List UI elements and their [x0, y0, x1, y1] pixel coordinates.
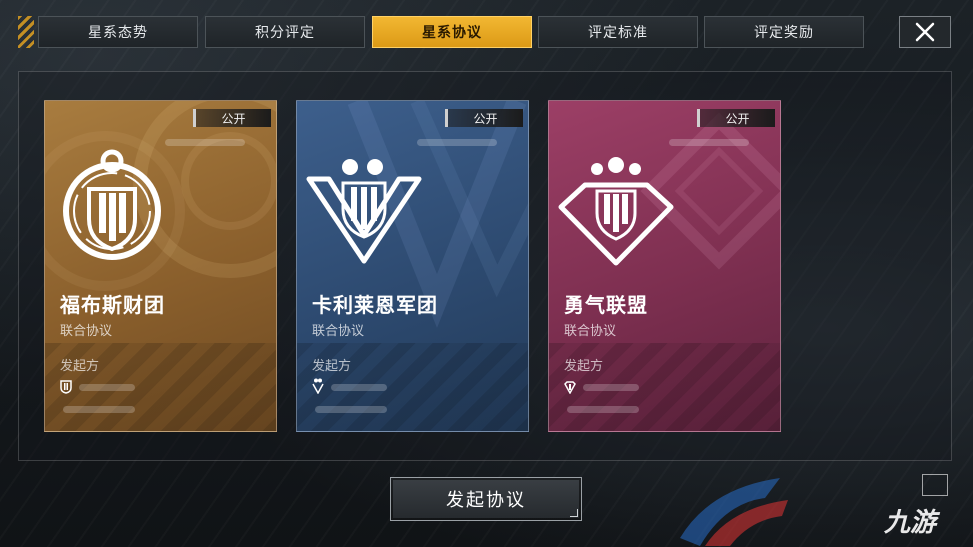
watermark-logo-icon [680, 478, 788, 546]
diamond-shield-emblem-icon [558, 157, 674, 266]
faction-mini-icon [564, 381, 576, 394]
tab-rating-criteria[interactable]: 评定标准 [538, 16, 698, 48]
circle-shield-emblem-icon [63, 149, 161, 260]
blurred-text [417, 139, 497, 146]
protocol-type: 联合协议 [312, 324, 365, 339]
public-badge: 公开 [193, 109, 271, 127]
tab-galaxy-status[interactable]: 星系态势 [38, 16, 198, 48]
blurred-text [165, 139, 245, 146]
initiator-label: 发起方 [564, 359, 604, 374]
faction-card-karillian[interactable]: 公开 卡利莱恩军团 联合协议 发起方 [296, 100, 529, 432]
tab-galaxy-protocol[interactable]: 星系协议 [372, 16, 532, 48]
faction-mini-icon [312, 378, 324, 394]
close-icon [915, 22, 935, 42]
blurred-initiator-name [583, 384, 639, 391]
blurred-initiator-info [315, 406, 387, 413]
faction-name: 卡利莱恩军团 [312, 293, 438, 317]
blurred-text [669, 139, 749, 146]
blurred-initiator-name [79, 384, 135, 391]
watermark-text: 九游 [884, 508, 937, 538]
tab-rating-rewards[interactable]: 评定奖励 [704, 16, 864, 48]
blurred-initiator-name [331, 384, 387, 391]
faction-name: 勇气联盟 [564, 293, 648, 317]
tab-score-rating[interactable]: 积分评定 [205, 16, 365, 48]
tab-bar-stripe [18, 16, 34, 48]
corner-menu-button[interactable] [922, 474, 948, 496]
faction-card-courage-alliance[interactable]: 公开 勇气联盟 联合协议 发起方 [548, 100, 781, 432]
faction-name: 福布斯财团 [60, 293, 165, 317]
initiator-label: 发起方 [60, 359, 100, 374]
close-button[interactable] [899, 16, 951, 48]
faction-card-forbes[interactable]: 公开 福布斯财团 联合协议 发起方 [44, 100, 277, 432]
protocol-type: 联合协议 [60, 324, 113, 339]
initiator-label: 发起方 [312, 359, 352, 374]
faction-mini-icon [60, 380, 72, 394]
protocol-type: 联合协议 [564, 324, 617, 339]
chevron-shield-emblem-icon [306, 159, 422, 264]
tab-bar: 星系态势 积分评定 星系协议 评定标准 评定奖励 [18, 16, 953, 50]
public-badge: 公开 [697, 109, 775, 127]
initiate-protocol-button[interactable]: 发起协议 [390, 477, 582, 521]
blurred-initiator-info [567, 406, 639, 413]
public-badge: 公开 [445, 109, 523, 127]
blurred-initiator-info [63, 406, 135, 413]
